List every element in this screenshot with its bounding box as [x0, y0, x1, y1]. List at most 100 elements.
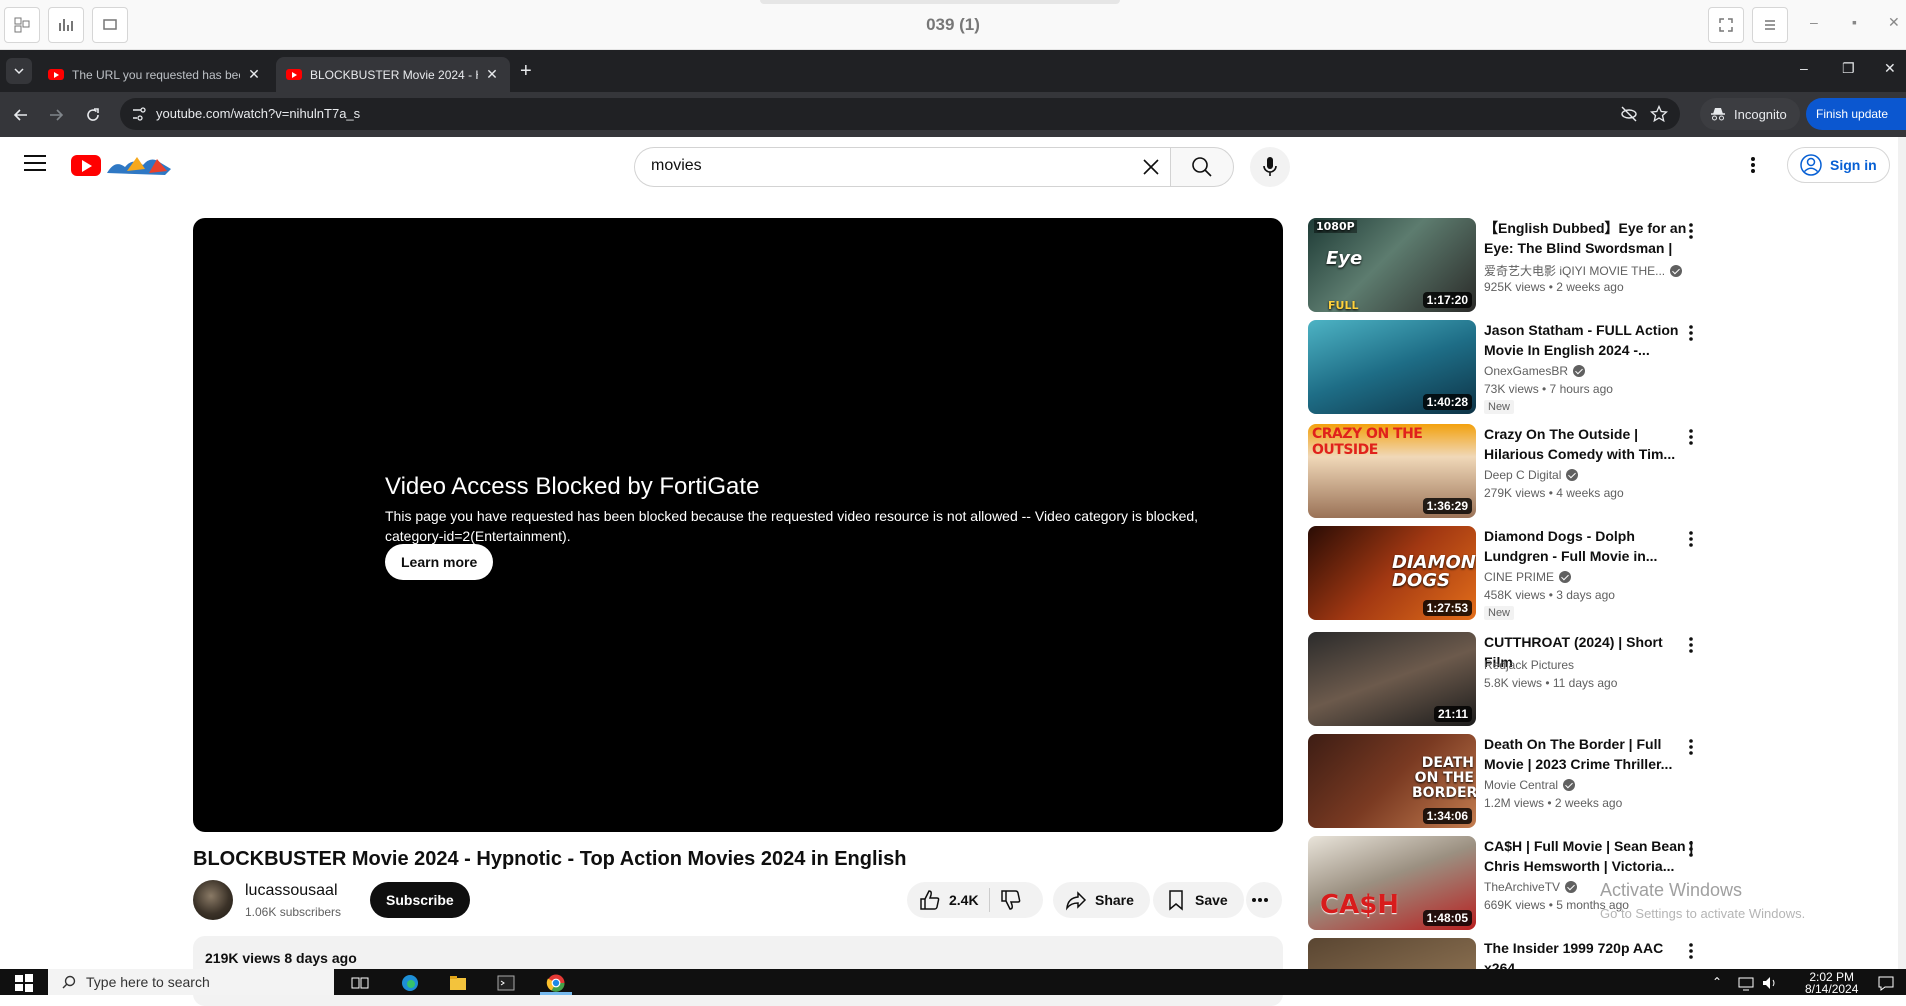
sign-in-button[interactable]: Sign in	[1787, 147, 1890, 183]
incognito-indicator[interactable]: Incognito	[1700, 98, 1800, 130]
related-video[interactable]: DEATH ON THE BORDER 1:34:06 Death On The…	[1308, 734, 1708, 830]
dislike-icon[interactable]	[1000, 889, 1022, 911]
forward-icon[interactable]	[45, 104, 67, 126]
channel-text: OnexGamesBR	[1484, 364, 1569, 378]
viewer-menu-button[interactable]	[1752, 7, 1788, 43]
url-text: youtube.com/watch?v=nihulnT7a_s	[156, 106, 361, 121]
video-duration: 1:40:28	[1422, 394, 1472, 410]
like-count[interactable]: 2.4K	[949, 892, 979, 908]
tab-search-button[interactable]	[6, 58, 32, 84]
reload-icon[interactable]	[82, 104, 104, 126]
incognito-icon	[1711, 108, 1725, 121]
video-duration: 1:27:53	[1422, 600, 1472, 616]
new-badge: New	[1484, 400, 1515, 414]
taskbar-clock[interactable]: 2:02 PM 8/14/2024	[1805, 971, 1858, 995]
eye-off-icon[interactable]	[1620, 105, 1638, 123]
tab-close-icon[interactable]: ✕	[246, 66, 262, 83]
more-vertical-icon[interactable]	[1688, 840, 1694, 858]
related-video[interactable]: CRAZY ON THE OUTSIDE 1:36:29 Crazy On Th…	[1308, 424, 1708, 520]
site-settings-icon[interactable]	[132, 106, 146, 122]
more-vertical-icon[interactable]	[1688, 324, 1694, 342]
related-video[interactable]: 1080P Eye FULL 1:17:20 【English Dubbed】E…	[1308, 218, 1708, 314]
more-vertical-icon[interactable]	[1688, 428, 1694, 446]
learn-more-button[interactable]: Learn more	[385, 544, 494, 580]
related-title: CA$H | Full Movie | Sean Bean | Chris He…	[1484, 838, 1694, 874]
more-vertical-icon[interactable]	[1688, 222, 1694, 240]
more-actions-button[interactable]	[1246, 882, 1282, 918]
related-video[interactable]: 21:11 CUTTHROAT (2024) | Short Film Redj…	[1308, 632, 1708, 728]
bookmark-star-icon[interactable]	[1650, 105, 1668, 123]
more-vertical-icon[interactable]	[1688, 942, 1694, 960]
activate-windows-watermark: Activate Windows	[1600, 880, 1743, 900]
viewer-minimize-icon[interactable]: –	[1810, 14, 1818, 30]
voice-search-button[interactable]	[1250, 147, 1290, 187]
verified-icon	[1566, 469, 1579, 481]
search-input[interactable]	[651, 157, 1111, 175]
viewer-maximize-icon[interactable]: ▪	[1852, 14, 1857, 30]
related-channel: Movie Central	[1484, 778, 1576, 792]
related-meta: 925K views • 2 weeks ago	[1484, 280, 1624, 294]
taskbar-search[interactable]: Type here to search	[48, 969, 334, 995]
file-explorer-icon[interactable]	[448, 973, 468, 993]
viewer-close-icon[interactable]: ✕	[1888, 14, 1900, 31]
like-divider	[988, 888, 990, 912]
video-thumbnail[interactable]: CRAZY ON THE OUTSIDE 1:36:29	[1308, 424, 1476, 518]
youtube-doodle-icon[interactable]	[105, 153, 173, 177]
finish-update-button[interactable]: Finish update	[1806, 98, 1906, 130]
related-video[interactable]: The Insider 1999 720p AAC x264	[1308, 938, 1708, 969]
more-vertical-icon[interactable]	[1688, 738, 1694, 756]
back-icon[interactable]	[10, 104, 32, 126]
video-thumbnail[interactable]	[1308, 938, 1476, 969]
task-view-icon[interactable]	[350, 973, 370, 993]
tab-blockbuster[interactable]: BLOCKBUSTER Movie 2024 - Hypnotic ✕	[276, 57, 510, 92]
fullscreen-icon	[1719, 18, 1733, 32]
new-tab-icon[interactable]: +	[520, 60, 532, 83]
share-button[interactable]: Share	[1053, 882, 1150, 918]
channel-text: Deep C Digital	[1484, 468, 1562, 482]
related-channel: CINE PRIME	[1484, 570, 1572, 584]
more-vertical-icon[interactable]	[1688, 530, 1694, 548]
search-button[interactable]	[1170, 147, 1234, 187]
video-thumbnail[interactable]: 1:40:28	[1308, 320, 1476, 414]
video-duration: 1:48:05	[1422, 910, 1472, 926]
youtube-logo-icon[interactable]	[71, 155, 101, 176]
chrome-icon[interactable]	[546, 973, 566, 993]
video-thumbnail[interactable]: DIAMOND DOGS 1:27:53	[1308, 526, 1476, 620]
subscribe-button[interactable]: Subscribe	[370, 882, 470, 918]
video-thumbnail[interactable]: 21:11	[1308, 632, 1476, 726]
related-video[interactable]: 1:40:28 Jason Statham - FULL Action Movi…	[1308, 320, 1708, 416]
clear-search-icon[interactable]	[1140, 156, 1162, 178]
viewer-fullscreen-button[interactable]	[1708, 7, 1744, 43]
tray-chevron-icon[interactable]: ⌃	[1712, 975, 1722, 989]
notification-icon[interactable]	[1876, 973, 1896, 993]
like-icon[interactable]	[919, 889, 941, 911]
channel-name[interactable]: lucassousaal	[245, 882, 338, 900]
video-thumbnail[interactable]: CA$H 1:48:05	[1308, 836, 1476, 930]
video-player[interactable]: Video Access Blocked by FortiGate This p…	[193, 218, 1283, 832]
tab-close-icon[interactable]: ✕	[484, 66, 500, 83]
settings-more-icon[interactable]	[1750, 155, 1756, 175]
chrome-minimize-icon[interactable]: –	[1800, 60, 1808, 76]
address-bar[interactable]: youtube.com/watch?v=nihulnT7a_s	[120, 98, 1680, 130]
more-vertical-icon[interactable]	[1688, 636, 1694, 654]
video-thumbnail[interactable]: 1080P Eye FULL 1:17:20	[1308, 218, 1476, 312]
windows-start-icon[interactable]	[14, 973, 34, 993]
related-title: Jason Statham - FULL Action Movie In Eng…	[1484, 322, 1679, 358]
related-title: Crazy On The Outside | Hilarious Comedy …	[1484, 426, 1676, 462]
terminal-icon[interactable]	[496, 973, 516, 993]
tab-url-blocked[interactable]: The URL you requested has been ✕	[38, 57, 272, 92]
related-video[interactable]: DIAMOND DOGS 1:27:53 Diamond Dogs - Dolp…	[1308, 526, 1708, 622]
video-thumbnail[interactable]: DEATH ON THE BORDER 1:34:06	[1308, 734, 1476, 828]
chrome-close-icon[interactable]: ✕	[1884, 60, 1896, 77]
save-button[interactable]: Save	[1153, 882, 1244, 918]
network-icon[interactable]	[1736, 973, 1756, 993]
related-channel: TheArchiveTV	[1484, 880, 1578, 894]
guide-menu-icon[interactable]	[24, 155, 46, 176]
channel-text: Movie Central	[1484, 778, 1559, 792]
chrome-restore-icon[interactable]: ❐	[1842, 60, 1855, 77]
channel-avatar[interactable]	[193, 880, 233, 920]
volume-icon[interactable]	[1760, 973, 1780, 993]
save-label: Save	[1195, 892, 1228, 908]
page-scrollbar[interactable]	[1898, 137, 1906, 969]
edge-icon[interactable]	[400, 973, 420, 993]
